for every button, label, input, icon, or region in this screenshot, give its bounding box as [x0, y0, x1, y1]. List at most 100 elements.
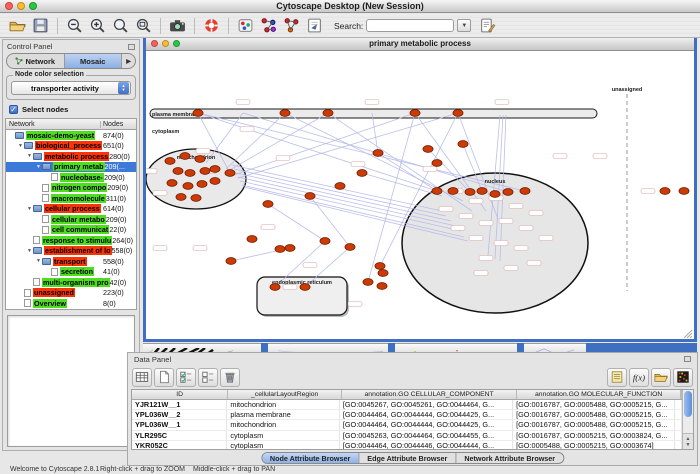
- network-node[interactable]: [363, 279, 373, 286]
- column-header[interactable]: _cellularLayoutRegion: [228, 390, 342, 399]
- search-input[interactable]: [366, 19, 454, 32]
- tree-row[interactable]: multi-organism pro42(0): [6, 277, 136, 288]
- network-node[interactable]: [320, 238, 330, 245]
- more-tabs-button[interactable]: ▶: [122, 54, 135, 68]
- network-node[interactable]: [176, 194, 186, 201]
- expander-icon[interactable]: ▼: [26, 153, 33, 159]
- import-attributes-button[interactable]: [651, 368, 671, 387]
- network-node[interactable]: [193, 110, 203, 117]
- table-row[interactable]: YLR295Ccytoplasm[GO:0045263, GO:0044464,…: [132, 431, 682, 441]
- help-button[interactable]: [200, 16, 223, 36]
- network-node[interactable]: [377, 283, 387, 290]
- network-node[interactable]: [180, 153, 190, 160]
- network-node[interactable]: [300, 284, 310, 291]
- tree-row[interactable]: nitrogen compo209(0): [6, 183, 136, 194]
- network-node[interactable]: [210, 178, 220, 185]
- network-node[interactable]: [195, 156, 205, 163]
- float-panel-icon[interactable]: [684, 356, 691, 362]
- tree-row[interactable]: ▼transport558(0): [6, 256, 136, 267]
- expander-icon[interactable]: ▼: [35, 258, 42, 264]
- network-node[interactable]: [200, 168, 210, 175]
- select-attributes-button[interactable]: [176, 368, 196, 387]
- tab-node-attribute-browser[interactable]: Node Attribute Browser: [262, 453, 359, 463]
- save-button[interactable]: [29, 16, 52, 36]
- tree-row[interactable]: response to stimulu264(0): [6, 235, 136, 246]
- network-node[interactable]: [335, 183, 345, 190]
- tree-row[interactable]: mosaic-demo-yeast874(0): [6, 130, 136, 141]
- network-node[interactable]: [210, 166, 220, 173]
- expander-icon[interactable]: ▼: [26, 248, 33, 254]
- table-row[interactable]: YPL036W__1mitochondrion[GO:0044464, GO:0…: [132, 420, 682, 430]
- tab-network-attribute-browser[interactable]: Network Attribute Browser: [456, 453, 563, 463]
- node-color-dropdown[interactable]: transporter activity ▲▼: [11, 81, 131, 95]
- tree-row[interactable]: cell communicat22(0): [6, 225, 136, 236]
- network-node[interactable]: [173, 168, 183, 175]
- tree-row[interactable]: nucleobase-209(0): [6, 172, 136, 183]
- network-node[interactable]: [465, 189, 475, 196]
- tree-row[interactable]: ▼cellular process614(0): [6, 204, 136, 215]
- network-node[interactable]: [357, 170, 367, 177]
- network-node[interactable]: [280, 110, 290, 117]
- unselect-attributes-button[interactable]: [198, 368, 218, 387]
- zoom-fit-button[interactable]: [132, 16, 155, 36]
- network-node[interactable]: [679, 188, 689, 195]
- network-node[interactable]: [345, 244, 355, 251]
- vizmapper-button[interactable]: [234, 16, 257, 36]
- network-node[interactable]: [165, 158, 175, 165]
- network-node[interactable]: [660, 188, 670, 195]
- zoom-out-button[interactable]: [63, 16, 86, 36]
- network-node[interactable]: [185, 170, 195, 177]
- tab-network[interactable]: Network: [7, 54, 65, 68]
- network-node[interactable]: [375, 263, 385, 270]
- network-node[interactable]: [423, 146, 433, 153]
- network-node[interactable]: [448, 188, 458, 195]
- column-header[interactable]: ID: [132, 390, 228, 399]
- network-node[interactable]: [191, 195, 201, 202]
- table-row[interactable]: YJR121W__1mitochondrion[GO:0045267, GO:0…: [132, 400, 682, 410]
- network-node[interactable]: [458, 141, 468, 148]
- expander-icon[interactable]: ▼: [35, 164, 42, 170]
- column-header[interactable]: annotation.GO MOLECULAR_FUNCTION: [517, 390, 681, 399]
- network-node[interactable]: [477, 188, 487, 195]
- tree-column-nodes[interactable]: Nodes: [100, 121, 136, 128]
- scrollbar-thumb[interactable]: [684, 391, 692, 417]
- network-window-titlebar[interactable]: primary metabolic process: [146, 37, 694, 51]
- tree-row[interactable]: ▼biological_process651(0): [6, 141, 136, 152]
- network-node[interactable]: [373, 150, 383, 157]
- table-row[interactable]: YPL036W__2plasma membrane[GO:0044464, GO…: [132, 410, 682, 420]
- network-node[interactable]: [432, 160, 442, 167]
- network-node[interactable]: [183, 183, 193, 190]
- plasma-membrane-region[interactable]: [150, 109, 597, 118]
- notes-button[interactable]: [607, 368, 627, 387]
- network-node[interactable]: [263, 201, 273, 208]
- network-node[interactable]: [270, 284, 280, 291]
- column-header[interactable]: annotation.GO CELLULAR_COMPONENT: [342, 390, 517, 399]
- tab-mosaic[interactable]: Mosaic: [65, 54, 123, 68]
- table-grid-button[interactable]: [132, 368, 152, 387]
- table-scrollbar[interactable]: ▲▼: [682, 390, 693, 449]
- birds-eye-view[interactable]: [7, 315, 135, 448]
- tree-row[interactable]: ▼metabolic process280(0): [6, 151, 136, 162]
- network-node[interactable]: [225, 170, 235, 177]
- open-file-button[interactable]: [6, 16, 29, 36]
- network-node[interactable]: [226, 258, 236, 265]
- network-node[interactable]: [285, 245, 295, 252]
- tree-row[interactable]: cellular metabo209(0): [6, 214, 136, 225]
- network-node[interactable]: [305, 193, 315, 200]
- select-nodes-checkbox[interactable]: ✓: [9, 105, 18, 114]
- network-node[interactable]: [275, 246, 285, 253]
- tree-column-network[interactable]: Network: [6, 121, 100, 128]
- network-node[interactable]: [410, 110, 420, 117]
- float-panel-icon[interactable]: [128, 44, 135, 50]
- expander-icon[interactable]: ▼: [26, 206, 33, 212]
- matrix-button[interactable]: [673, 368, 693, 387]
- zoom-in-button[interactable]: [86, 16, 109, 36]
- delete-attribute-button[interactable]: [220, 368, 240, 387]
- network-overlay-button[interactable]: [257, 16, 280, 36]
- expander-icon[interactable]: ▼: [17, 143, 24, 149]
- search-dropdown-button[interactable]: ▼: [457, 19, 471, 32]
- tree-row[interactable]: macromolecule311(0): [6, 193, 136, 204]
- formula-button[interactable]: f(x): [629, 368, 649, 387]
- network-node[interactable]: [197, 181, 207, 188]
- window-resize-grip[interactable]: [684, 330, 692, 338]
